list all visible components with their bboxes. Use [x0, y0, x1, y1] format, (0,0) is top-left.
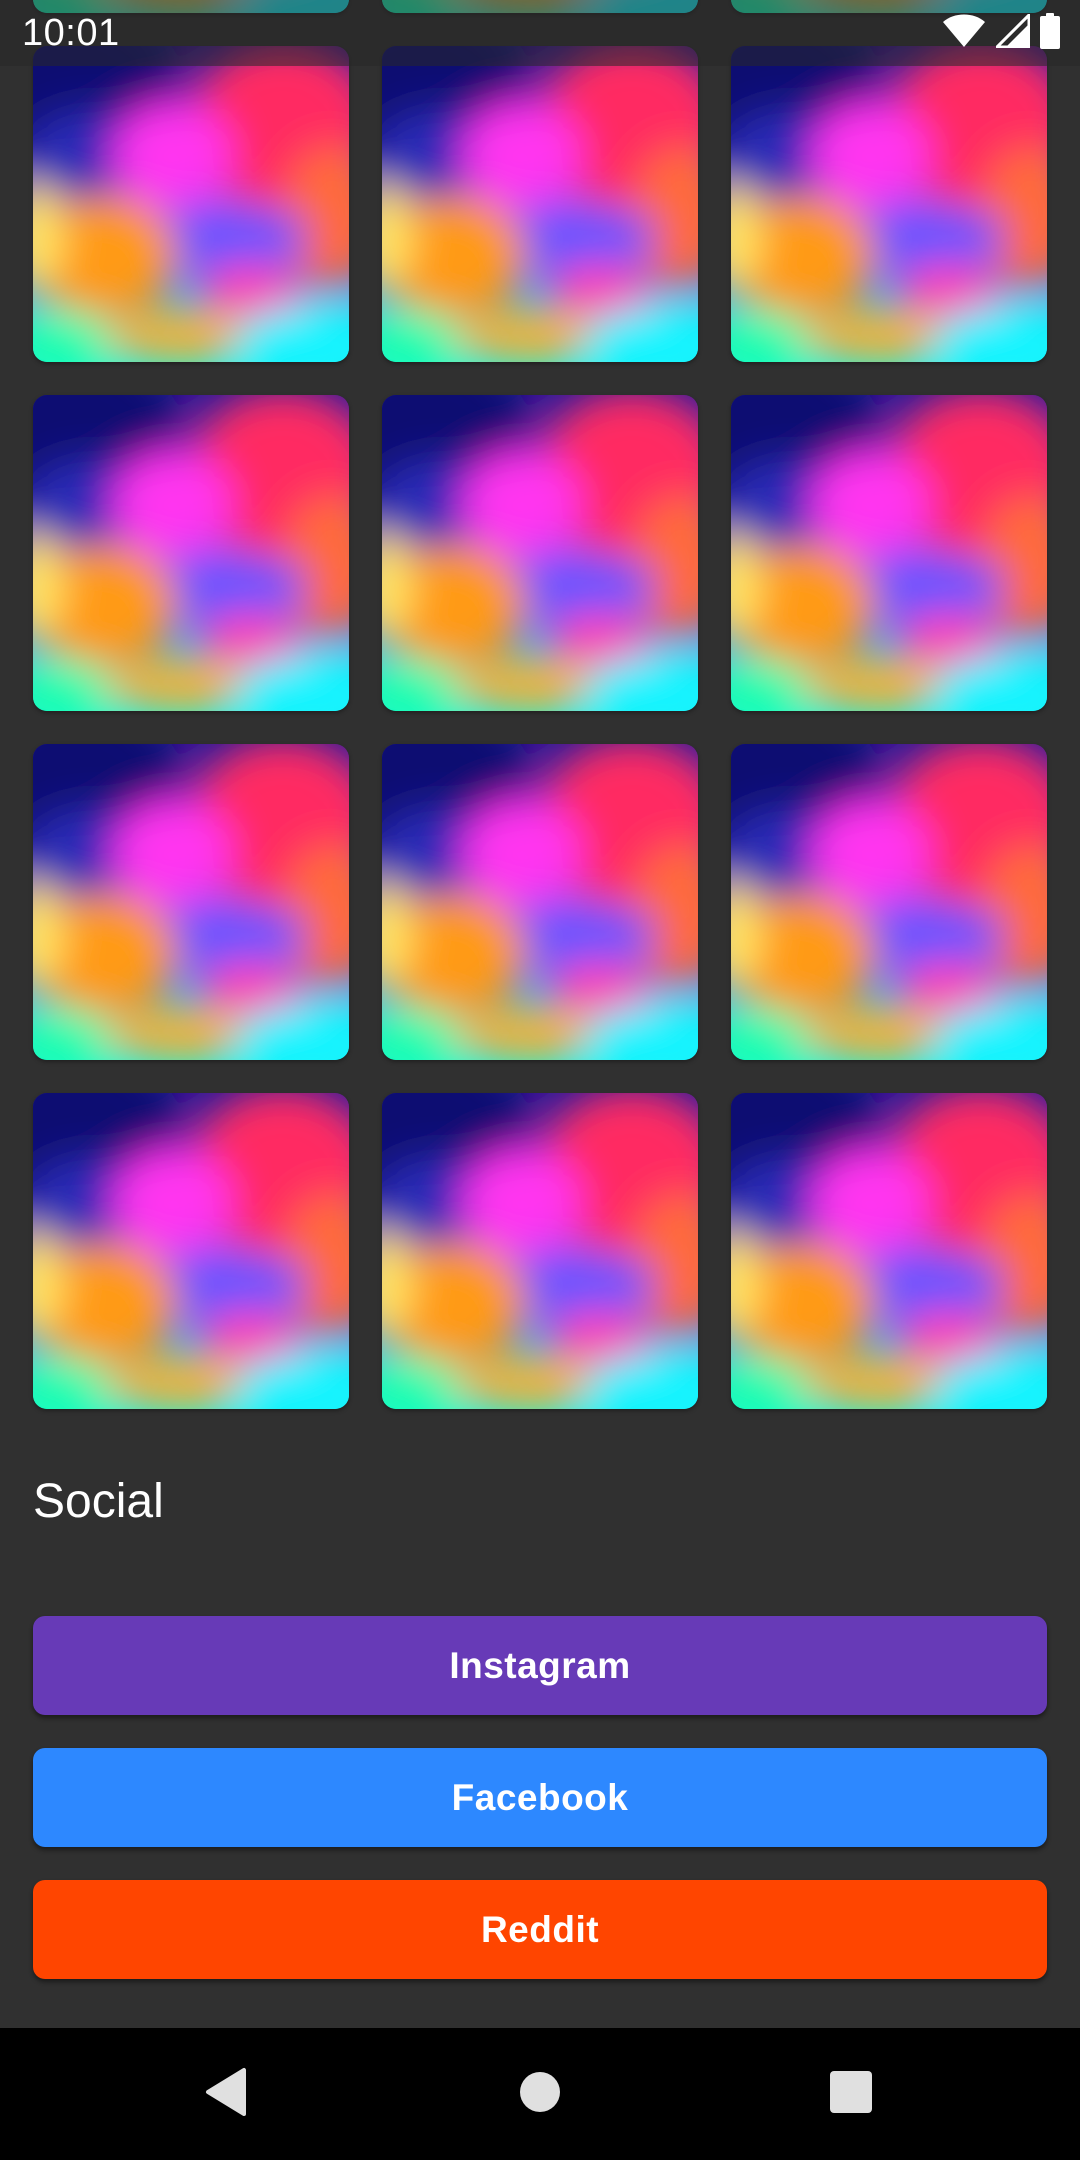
wallpaper-thumbnail[interactable] — [33, 395, 349, 711]
status-icons — [942, 10, 1060, 54]
wallpaper-thumbnail[interactable] — [33, 46, 349, 362]
recents-button[interactable] — [811, 2054, 891, 2134]
wifi-icon — [942, 14, 986, 53]
wallpaper-thumbnail[interactable] — [731, 744, 1047, 1060]
cell-signal-icon — [993, 10, 1031, 53]
reddit-button[interactable]: Reddit — [33, 1880, 1047, 1979]
status-time: 10:01 — [22, 12, 120, 54]
back-button[interactable] — [186, 2054, 266, 2134]
wallpaper-thumbnail[interactable] — [382, 395, 698, 711]
wallpaper-thumbnail[interactable] — [382, 1093, 698, 1409]
home-icon — [518, 2070, 562, 2119]
scroll-content[interactable]: Social Instagram Facebook Reddit — [0, 0, 1080, 2028]
status-bar: 10:01 — [0, 0, 1080, 66]
battery-icon — [1040, 12, 1060, 54]
wallpaper-grid — [33, 0, 1047, 1409]
navigation-bar — [0, 2028, 1080, 2160]
facebook-button[interactable]: Facebook — [33, 1748, 1047, 1847]
instagram-button[interactable]: Instagram — [33, 1616, 1047, 1715]
home-button[interactable] — [500, 2054, 580, 2134]
wallpaper-thumbnail[interactable] — [731, 46, 1047, 362]
wallpaper-thumbnail[interactable] — [33, 744, 349, 1060]
wallpaper-thumbnail[interactable] — [382, 744, 698, 1060]
back-icon — [204, 2067, 248, 2122]
wallpaper-thumbnail[interactable] — [731, 395, 1047, 711]
section-title-social: Social — [33, 1475, 164, 1528]
wallpaper-thumbnail[interactable] — [33, 1093, 349, 1409]
recents-icon — [829, 2070, 873, 2119]
wallpaper-thumbnail[interactable] — [382, 46, 698, 362]
wallpaper-thumbnail[interactable] — [731, 1093, 1047, 1409]
